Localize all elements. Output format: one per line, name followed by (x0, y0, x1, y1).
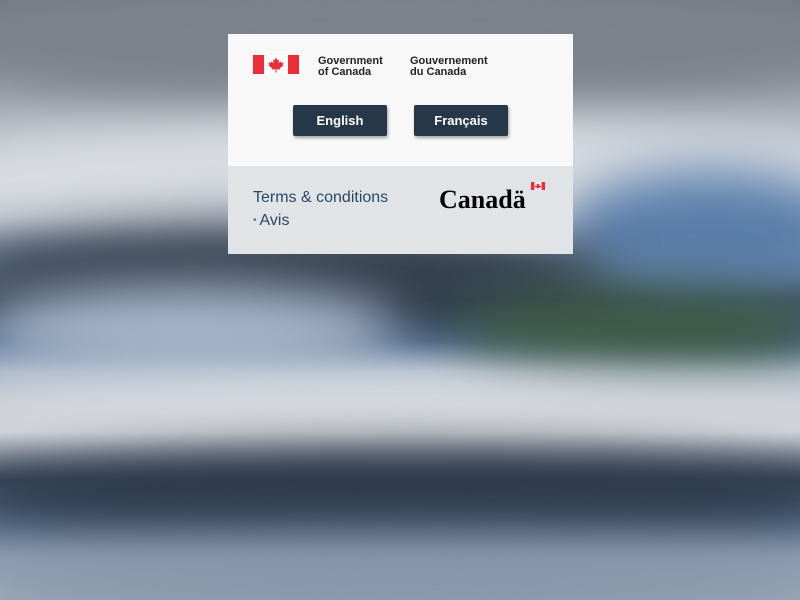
signature-english: Government of Canada (318, 56, 408, 78)
english-button[interactable]: English (293, 105, 387, 136)
signature-en-line2: of Canada (318, 66, 372, 78)
canada-wordmark-text: Canadä (439, 185, 526, 212)
canada-flag-icon (253, 55, 299, 74)
terms-conditions-link[interactable]: Terms & conditions (253, 189, 388, 206)
card-footer: Terms & conditions • Avis Canadä (228, 166, 573, 254)
francais-button[interactable]: Français (414, 105, 508, 136)
terms-links: Terms & conditions • Avis (253, 186, 388, 232)
terms-row: Terms & conditions (253, 186, 388, 209)
bullet-separator: • (253, 215, 257, 227)
government-signature: Government of Canada Gouvernement du Can… (253, 55, 488, 78)
wordmark-flag-icon (531, 182, 545, 190)
signature-fr-line2: du Canada (410, 66, 467, 78)
signature-french: Gouvernement du Canada (410, 56, 510, 78)
language-selection-card: Government of Canada Gouvernement du Can… (228, 34, 573, 254)
avis-row: • Avis (253, 209, 388, 232)
card-header: Government of Canada Gouvernement du Can… (228, 34, 573, 166)
canada-wordmark-logo: Canadä (439, 182, 545, 212)
avis-link[interactable]: Avis (260, 212, 290, 229)
